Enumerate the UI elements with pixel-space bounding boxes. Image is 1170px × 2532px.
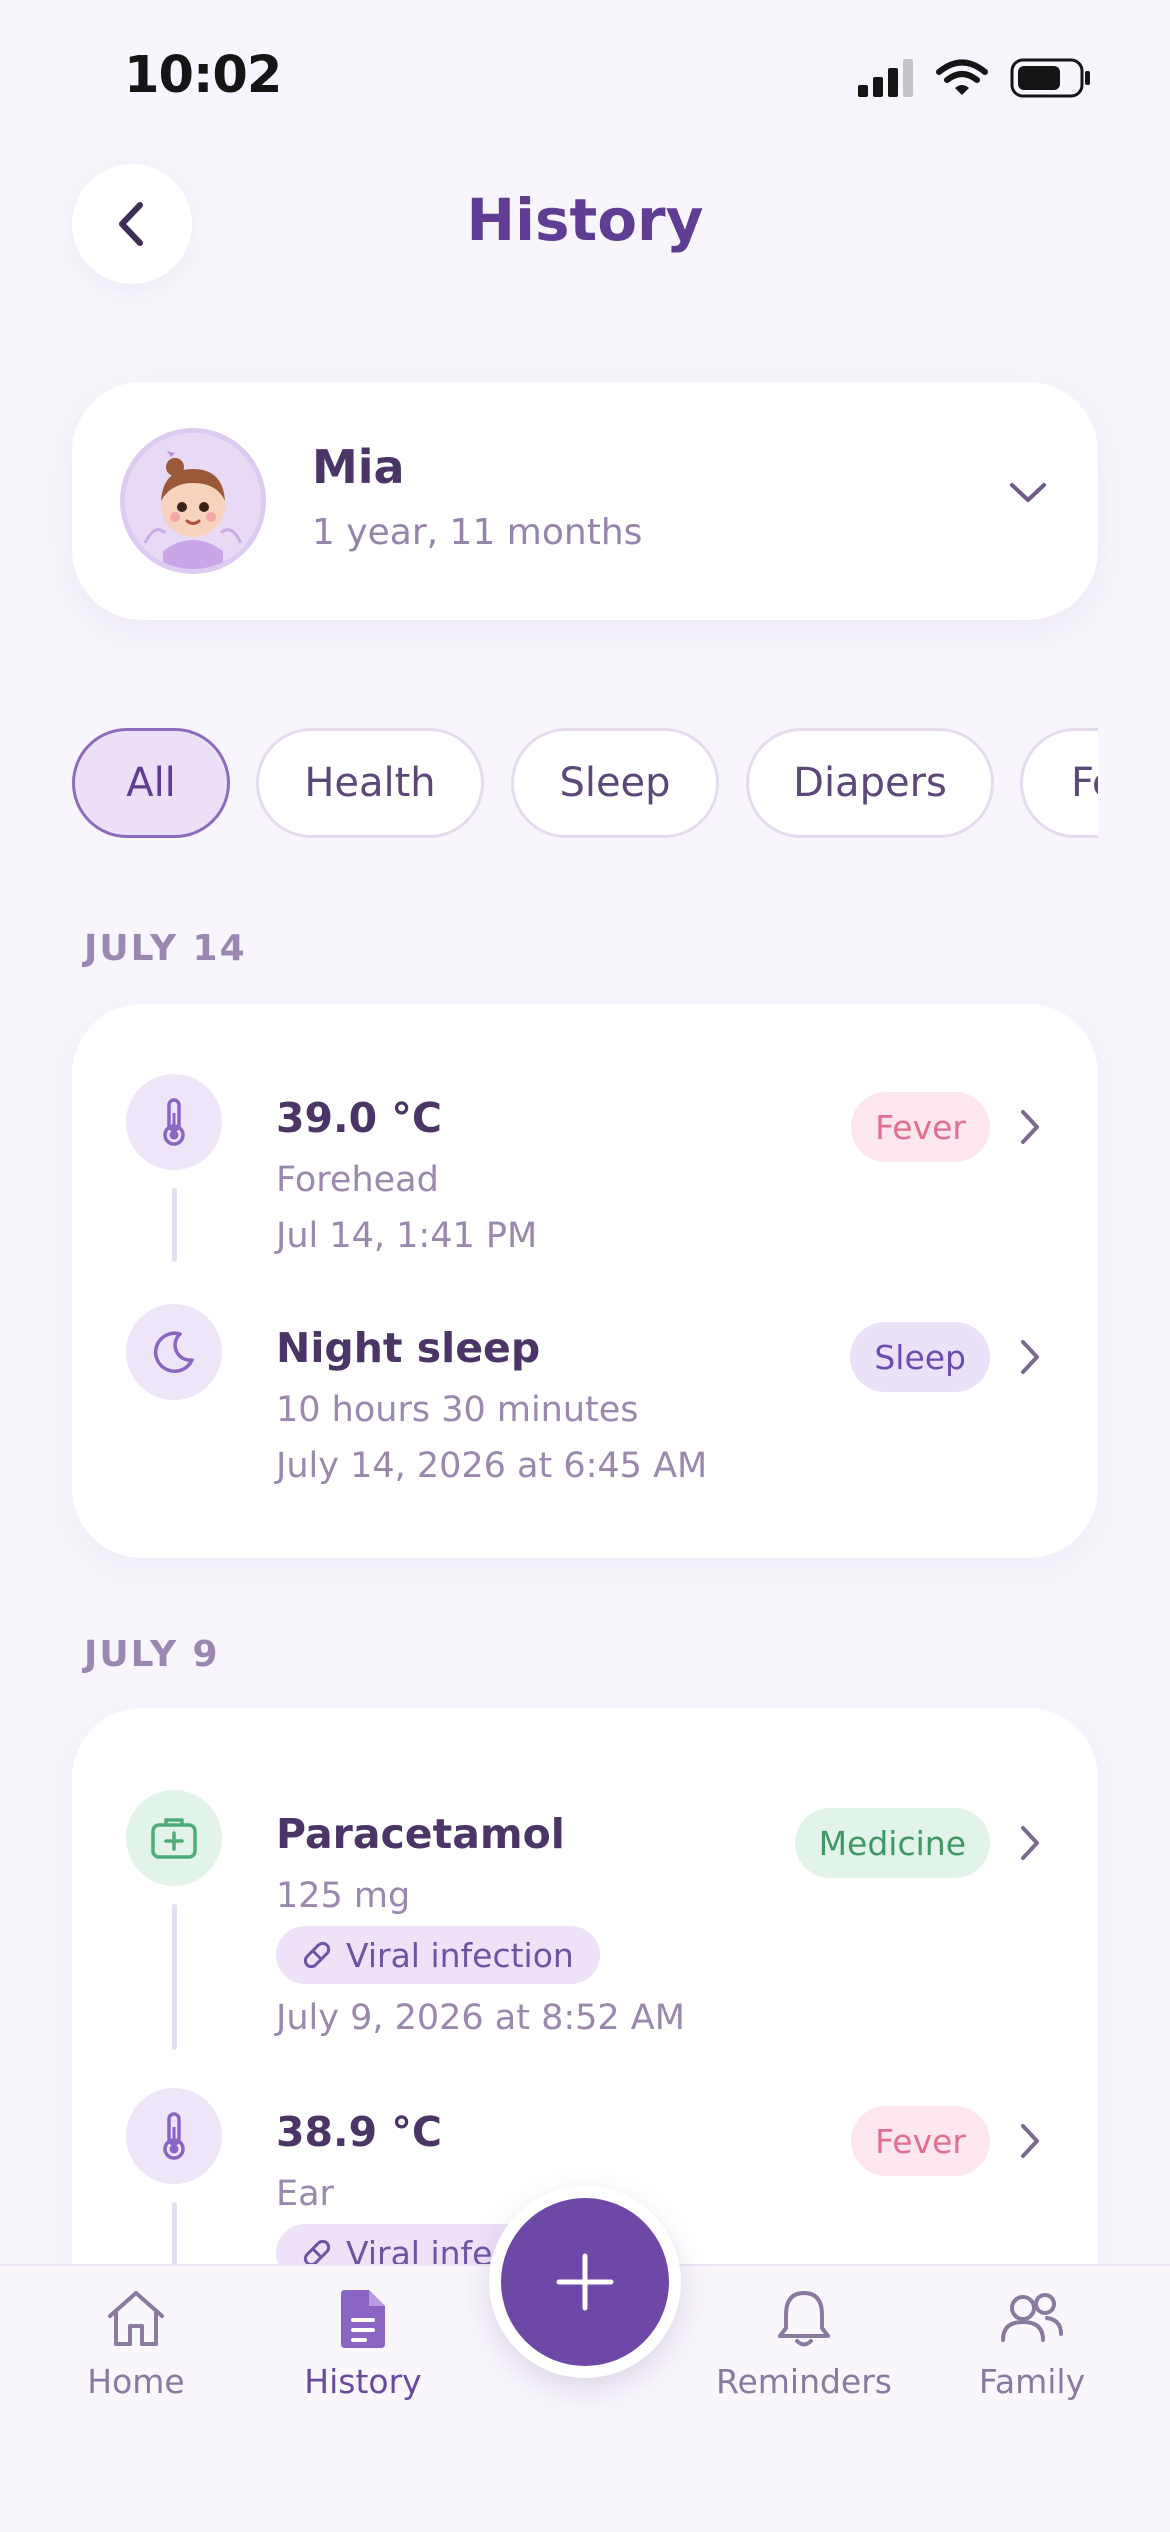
battery-icon [1010,58,1090,98]
status-bar: 10:02 [0,0,1170,150]
section-date-label: JULY 14 [84,928,247,969]
filter-chip-sleep[interactable]: Sleep [511,728,719,838]
medicine-tag: Medicine [794,1808,990,1878]
condition-label: Viral infection [346,1935,574,1975]
filter-chip-all[interactable]: All [72,728,230,838]
people-icon [1001,2293,1063,2342]
chevron-right-icon[interactable] [1018,1338,1042,1376]
sleep-tag: Sleep [850,1322,990,1392]
fever-tag: Fever [851,2106,990,2176]
wifi-icon [936,59,988,95]
thermometer-icon [126,1074,222,1170]
filter-chip-health[interactable]: Health [256,728,484,838]
chevron-right-icon[interactable] [1018,2122,1042,2160]
status-time: 10:02 [124,46,282,105]
section-date-label: JULY 9 [84,1634,220,1675]
entry-subtitle: Forehead [276,1160,439,1200]
chevron-down-icon[interactable] [1008,480,1048,506]
entry-date: July 14, 2026 at 6:45 AM [276,1446,708,1486]
bell-icon [778,2291,830,2347]
moon-icon [126,1304,222,1400]
tab-label: Home [87,2362,185,2401]
bandage-icon [303,1941,331,1969]
thermometer-icon [126,2088,222,2184]
history-entry[interactable]: Paracetamol 125 mg Viral infection July … [72,1790,1098,2080]
cellular-signal-icon [858,59,913,97]
timeline-connector [172,1188,177,1262]
header: History [0,160,1170,285]
tab-label: Reminders [716,2362,892,2401]
chevron-right-icon[interactable] [1018,1108,1042,1146]
entry-subtitle: Ear [276,2174,334,2214]
entry-title: Paracetamol [276,1810,565,1858]
tab-label: Family [978,2362,1086,2401]
tab-reminders[interactable]: Reminders [704,2288,904,2401]
document-icon [341,2290,385,2348]
plus-icon [556,2253,614,2311]
avatar [120,428,266,574]
tab-home[interactable]: Home [36,2288,236,2401]
child-age: 1 year, 11 months [312,512,643,553]
child-name: Mia [312,440,405,494]
tab-history[interactable]: History [263,2288,463,2401]
entry-date: July 9, 2026 at 8:52 AM [276,1998,685,2038]
history-entry[interactable]: Night sleep 10 hours 30 minutes July 14,… [72,1304,1098,1504]
timeline-connector [172,1904,177,2050]
history-entry[interactable]: 39.0 °C Forehead Jul 14, 1:41 PM Fever [72,1074,1098,1284]
entry-subtitle: 125 mg [276,1876,411,1916]
status-icons [858,55,1092,101]
filter-chips: All Health Sleep Diapers Fe [72,728,1098,840]
tab-family[interactable]: Family [932,2288,1132,2401]
profile-selector[interactable]: Mia 1 year, 11 months [72,382,1098,620]
chevron-right-icon[interactable] [1018,1824,1042,1862]
page-title: History [466,186,704,254]
tab-label: History [304,2362,422,2401]
entry-title: Night sleep [276,1324,541,1372]
entry-date: Jul 14, 1:41 PM [276,1216,538,1256]
filter-chip-feeding[interactable]: Fe [1020,728,1098,838]
add-entry-button[interactable] [489,2186,681,2378]
home-icon [108,2291,164,2346]
entry-subtitle: 10 hours 30 minutes [276,1390,639,1430]
history-card: 39.0 °C Forehead Jul 14, 1:41 PM Fever N… [72,1004,1098,1558]
filter-chip-diapers[interactable]: Diapers [746,728,994,838]
condition-pill: Viral infection [276,1926,600,1984]
first-aid-kit-icon [126,1790,222,1886]
entry-title: 39.0 °C [276,1094,443,1142]
entry-title: 38.9 °C [276,2108,443,2156]
fever-tag: Fever [851,1092,990,1162]
